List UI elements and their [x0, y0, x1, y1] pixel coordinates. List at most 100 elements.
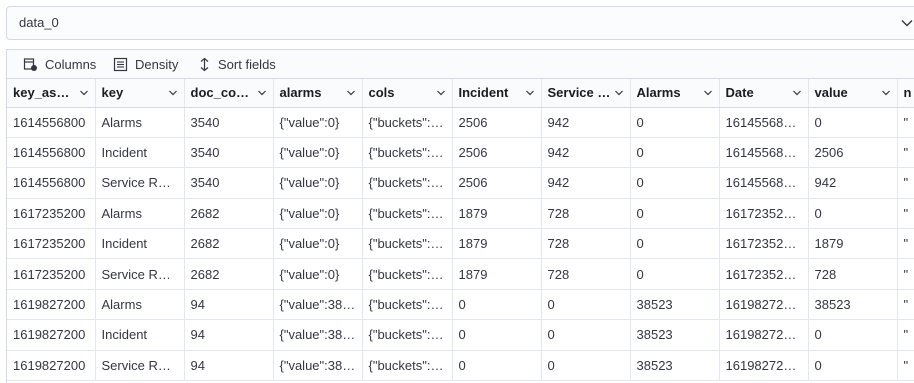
table-cell[interactable]: {"value":38…: [273, 350, 363, 382]
table-cell[interactable]: {"buckets":…: [362, 319, 453, 351]
table-cell[interactable]: Service Re…: [95, 350, 185, 382]
table-cell[interactable]: {"buckets":…: [362, 198, 453, 230]
table-cell[interactable]: 0: [630, 198, 720, 230]
table-cell[interactable]: 0: [541, 289, 631, 321]
table-cell[interactable]: {"value":0}: [273, 137, 363, 169]
table-cell[interactable]: 942: [541, 137, 631, 169]
table-cell[interactable]: {"buckets":…: [362, 228, 453, 260]
table-cell[interactable]: {"buckets":…: [362, 289, 453, 321]
table-cell[interactable]: Service Re…: [95, 258, 185, 290]
table-cell[interactable]: ": [897, 319, 914, 351]
table-cell[interactable]: 728: [541, 198, 631, 230]
table-cell[interactable]: 1617235200: [7, 198, 96, 230]
table-cell[interactable]: 1614556800: [7, 137, 96, 169]
column-header[interactable]: n: [897, 79, 914, 108]
table-cell[interactable]: 161455680…: [719, 167, 809, 199]
table-cell[interactable]: {"value":38…: [273, 319, 363, 351]
table-cell[interactable]: ": [897, 350, 914, 382]
table-cell[interactable]: 942: [808, 167, 898, 199]
table-cell[interactable]: 0: [808, 350, 898, 382]
table-cell[interactable]: 0: [541, 319, 631, 351]
table-cell[interactable]: ": [897, 107, 914, 138]
table-cell[interactable]: 1879: [452, 258, 542, 290]
table-cell[interactable]: 1614556800: [7, 167, 96, 199]
table-cell[interactable]: {"value":0}: [273, 198, 363, 230]
chevron-down-icon[interactable]: [436, 88, 446, 98]
table-cell[interactable]: ": [897, 137, 914, 169]
table-cell[interactable]: 0: [630, 258, 720, 290]
table-cell[interactable]: 0: [630, 137, 720, 169]
table-cell[interactable]: ": [897, 289, 914, 321]
table-cell[interactable]: 0: [630, 228, 720, 260]
table-cell[interactable]: 0: [452, 319, 542, 351]
table-cell[interactable]: {"buckets":…: [362, 350, 453, 382]
column-header[interactable]: cols: [362, 79, 453, 108]
chevron-down-icon[interactable]: [881, 88, 891, 98]
table-cell[interactable]: 161982720…: [719, 350, 809, 382]
table-cell[interactable]: Alarms: [95, 198, 185, 230]
chevron-down-icon[interactable]: [614, 88, 624, 98]
table-cell[interactable]: 1619827200: [7, 289, 96, 321]
density-button[interactable]: Density: [113, 55, 178, 73]
chevron-down-icon[interactable]: [346, 88, 356, 98]
table-cell[interactable]: {"buckets":…: [362, 167, 453, 199]
table-cell[interactable]: 1619827200: [7, 350, 96, 382]
table-cell[interactable]: 38523: [630, 350, 720, 382]
table-cell[interactable]: ": [897, 228, 914, 260]
table-cell[interactable]: 161455680…: [719, 107, 809, 138]
chevron-down-icon[interactable]: [168, 88, 178, 98]
columns-button[interactable]: Columns: [23, 55, 96, 73]
table-cell[interactable]: 942: [541, 107, 631, 138]
table-cell[interactable]: 94: [184, 350, 274, 382]
table-cell[interactable]: 0: [630, 167, 720, 199]
table-cell[interactable]: 0: [808, 107, 898, 138]
data-source-select[interactable]: data_0: [6, 6, 914, 40]
column-header[interactable]: Alarms: [630, 79, 720, 108]
table-cell[interactable]: 161982720…: [719, 289, 809, 321]
chevron-down-icon[interactable]: [257, 88, 267, 98]
table-cell[interactable]: 728: [541, 228, 631, 260]
chevron-down-icon[interactable]: [792, 88, 802, 98]
table-cell[interactable]: 161723520…: [719, 198, 809, 230]
table-cell[interactable]: {"buckets":…: [362, 107, 453, 138]
table-cell[interactable]: 1614556800: [7, 107, 96, 138]
table-cell[interactable]: 161455680…: [719, 137, 809, 169]
table-cell[interactable]: 0: [808, 198, 898, 230]
table-cell[interactable]: 0: [630, 107, 720, 138]
table-cell[interactable]: 1617235200: [7, 228, 96, 260]
column-header[interactable]: key_as_…: [7, 79, 96, 108]
table-cell[interactable]: 2682: [184, 198, 274, 230]
table-cell[interactable]: Incident: [95, 319, 185, 351]
table-cell[interactable]: 3540: [184, 137, 274, 169]
table-cell[interactable]: 1879: [808, 228, 898, 260]
table-cell[interactable]: {"value":0}: [273, 228, 363, 260]
column-header[interactable]: Incident: [452, 79, 542, 108]
table-cell[interactable]: 1617235200: [7, 258, 96, 290]
table-cell[interactable]: 0: [808, 319, 898, 351]
table-cell[interactable]: 38523: [808, 289, 898, 321]
table-cell[interactable]: 0: [452, 289, 542, 321]
table-cell[interactable]: 2506: [808, 137, 898, 169]
table-cell[interactable]: 3540: [184, 107, 274, 138]
chevron-down-icon[interactable]: [525, 88, 535, 98]
table-cell[interactable]: 161723520…: [719, 228, 809, 260]
chevron-down-icon[interactable]: [900, 16, 914, 30]
column-header[interactable]: Date: [719, 79, 809, 108]
table-cell[interactable]: 2506: [452, 167, 542, 199]
table-cell[interactable]: 2682: [184, 228, 274, 260]
table-cell[interactable]: 1619827200: [7, 319, 96, 351]
table-cell[interactable]: 2682: [184, 258, 274, 290]
table-cell[interactable]: Service Re…: [95, 167, 185, 199]
table-cell[interactable]: {"buckets":…: [362, 137, 453, 169]
table-cell[interactable]: Alarms: [95, 289, 185, 321]
table-cell[interactable]: 94: [184, 289, 274, 321]
table-cell[interactable]: 1879: [452, 198, 542, 230]
column-header[interactable]: doc_cou…: [184, 79, 274, 108]
table-cell[interactable]: ": [897, 258, 914, 290]
table-cell[interactable]: 1879: [452, 228, 542, 260]
table-cell[interactable]: 2506: [452, 107, 542, 138]
chevron-down-icon[interactable]: [79, 88, 89, 98]
column-header[interactable]: value: [808, 79, 898, 108]
table-cell[interactable]: 0: [541, 350, 631, 382]
table-cell[interactable]: {"value":38…: [273, 289, 363, 321]
